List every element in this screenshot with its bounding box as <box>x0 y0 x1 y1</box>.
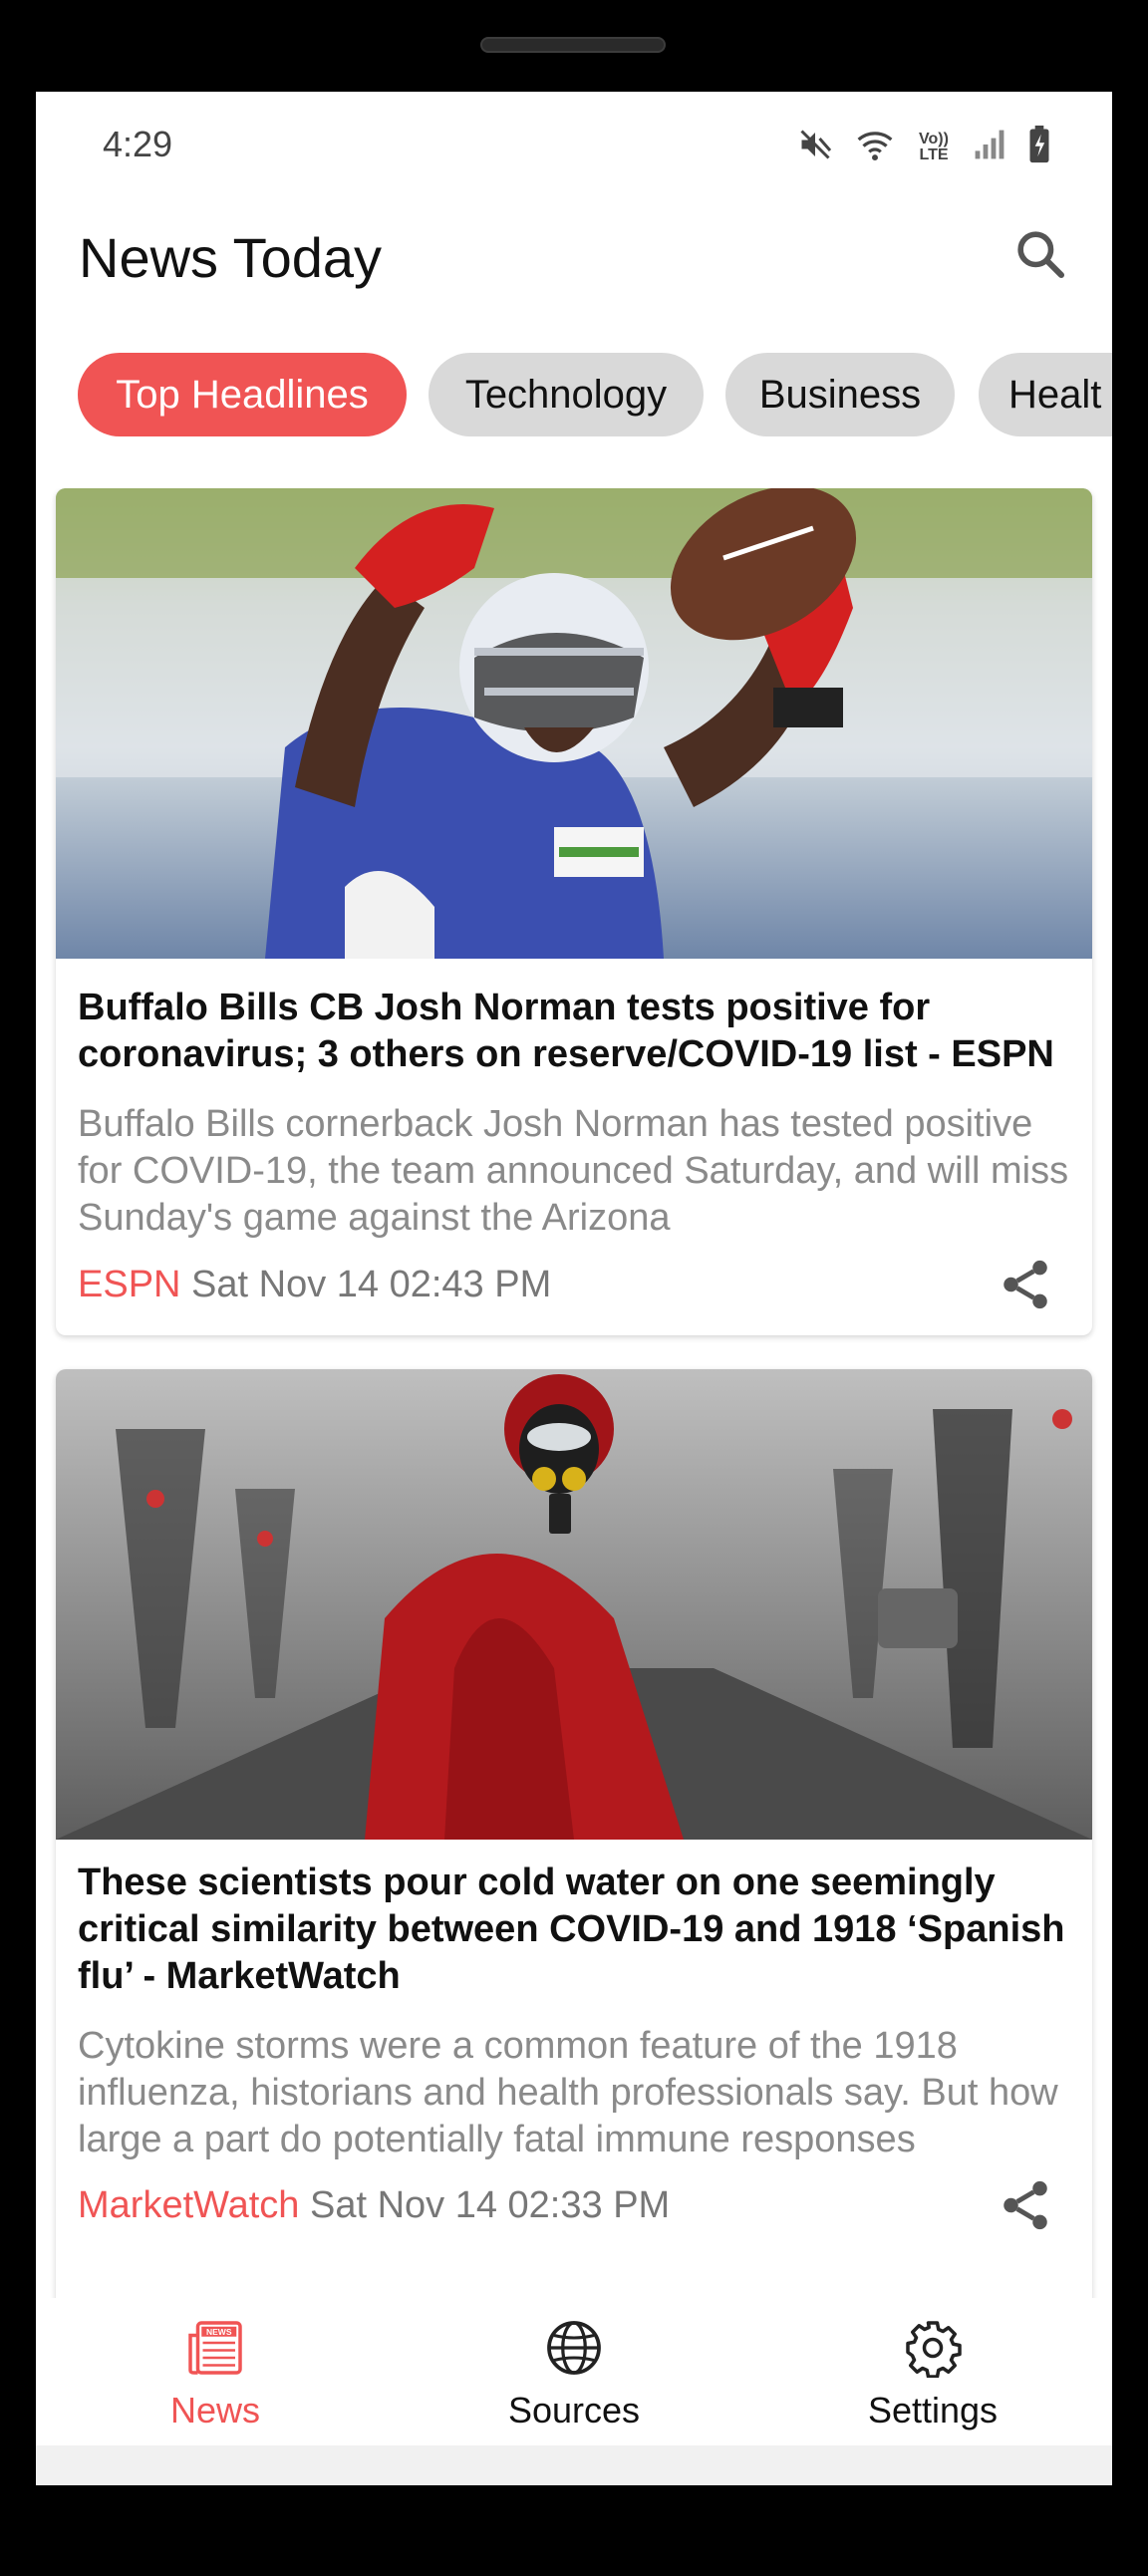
app-screen: 4:29 Vo)) LTE News Today Top Headlines T… <box>36 92 1112 2485</box>
article-card[interactable]: These scientists pour cold water on one … <box>56 1369 1092 2300</box>
page-title: News Today <box>79 226 383 289</box>
nav-sources[interactable]: Sources <box>444 2298 704 2445</box>
search-button[interactable] <box>1012 226 1072 286</box>
recent-apps-icon[interactable] <box>240 2477 300 2485</box>
bottom-navigation: NEWS News Sources Settings <box>36 2298 1112 2445</box>
share-icon <box>1004 2180 1047 2230</box>
status-icons: Vo)) LTE <box>797 126 1050 168</box>
article-description: Buffalo Bills cornerback Josh Norman has… <box>78 1103 1069 1239</box>
article-meta: ESPN Sat Nov 14 02:43 PM <box>78 1264 551 1306</box>
nav-news-label: News <box>169 2390 261 2431</box>
gear-icon <box>903 2318 963 2379</box>
nav-sources-label: Sources <box>507 2390 641 2431</box>
home-icon[interactable] <box>544 2477 604 2485</box>
system-navigation <box>36 2445 1112 2485</box>
back-icon[interactable] <box>849 2477 909 2485</box>
speaker-grille <box>480 37 666 53</box>
article-source[interactable]: MarketWatch <box>78 2184 299 2226</box>
share-icon <box>1004 1260 1047 1309</box>
share-button[interactable] <box>997 2176 1054 2234</box>
article-date: Sat Nov 14 02:43 PM <box>191 1264 552 1305</box>
article-card[interactable]: Buffalo Bills CB Josh Norman tests posit… <box>56 488 1092 1335</box>
article-image <box>56 1369 1092 1840</box>
status-time: 4:29 <box>103 124 173 164</box>
battery-icon <box>1028 126 1050 168</box>
article-date: Sat Nov 14 02:33 PM <box>309 2184 671 2226</box>
globe-icon <box>544 2318 604 2378</box>
article-image <box>56 488 1092 959</box>
article-headline[interactable]: These scientists pour cold water on one … <box>78 1860 1074 2000</box>
nav-news[interactable]: NEWS News <box>86 2298 345 2445</box>
chip-health[interactable]: Healt <box>979 353 1112 436</box>
phone-frame: 4:29 Vo)) LTE News Today Top Headlines T… <box>0 0 1148 2576</box>
article-description: Cytokine storms were a common feature of… <box>78 2025 1058 2160</box>
article-meta: MarketWatch Sat Nov 14 02:33 PM <box>78 2184 670 2227</box>
mute-icon <box>797 127 833 167</box>
share-button[interactable] <box>997 1256 1054 1313</box>
article-headline[interactable]: Buffalo Bills CB Josh Norman tests posit… <box>78 985 1074 1078</box>
svg-text:NEWS: NEWS <box>206 2327 232 2337</box>
search-icon <box>1017 231 1065 279</box>
chip-top-headlines[interactable]: Top Headlines <box>78 353 407 436</box>
chip-business[interactable]: Business <box>725 353 955 436</box>
nav-settings-label: Settings <box>867 2390 999 2431</box>
article-source[interactable]: ESPN <box>78 1264 180 1305</box>
volte-icon: Vo)) LTE <box>919 130 949 163</box>
status-bar: 4:29 Vo)) LTE <box>36 92 1112 201</box>
nav-settings[interactable]: Settings <box>803 2298 1062 2445</box>
news-feed[interactable]: Buffalo Bills CB Josh Norman tests posit… <box>36 488 1112 2300</box>
chip-technology[interactable]: Technology <box>429 353 704 436</box>
signal-icon <box>973 129 1006 165</box>
category-chips: Top Headlines Technology Business Healt <box>36 353 1112 442</box>
newspaper-icon: NEWS <box>185 2318 245 2378</box>
wifi-icon <box>855 127 895 167</box>
